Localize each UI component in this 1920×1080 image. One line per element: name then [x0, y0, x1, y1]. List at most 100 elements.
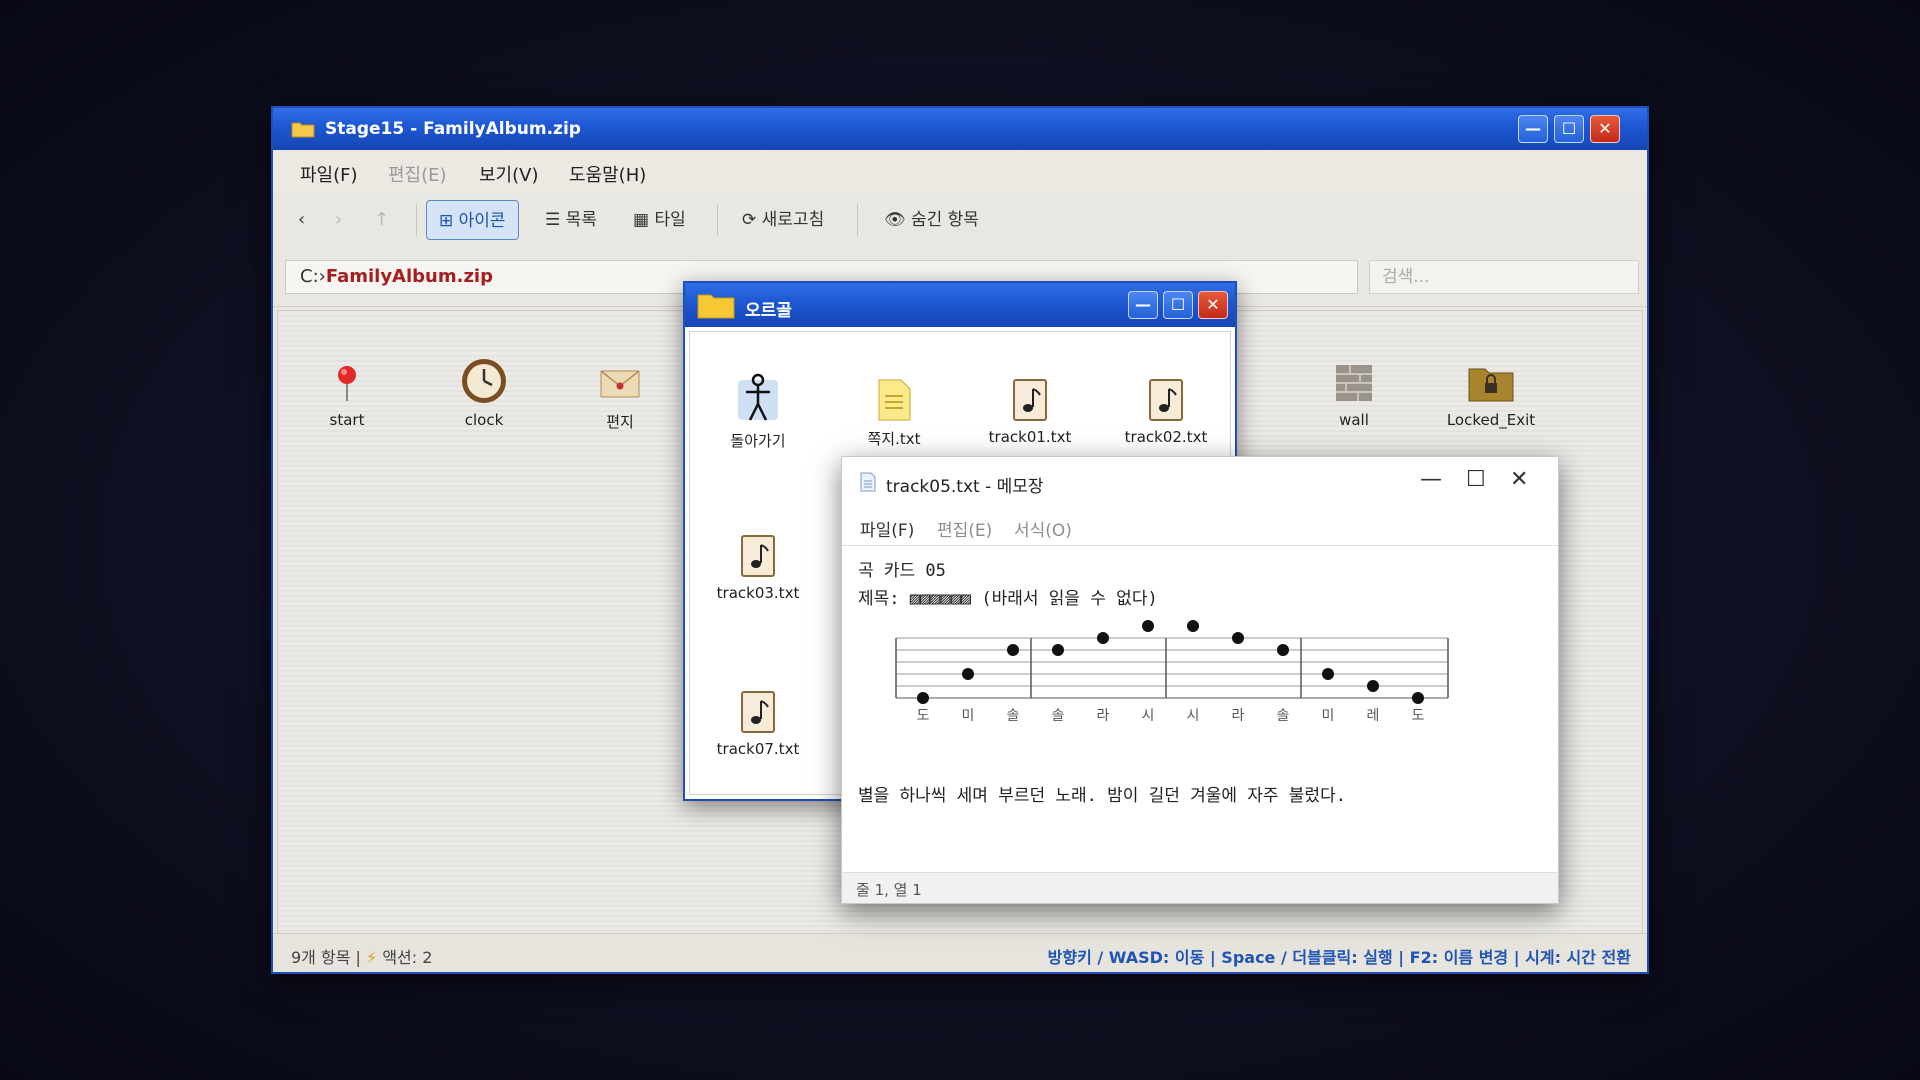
file-item-track01[interactable]: track01.txt	[980, 378, 1080, 446]
text-line: 별을 하나씩 세며 부르던 노래. 밤이 길던 겨울에 자주 불렀다.	[858, 786, 1346, 806]
icon-view-button[interactable]: ⊞ 아이콘	[426, 200, 519, 240]
notepad-menu-format[interactable]: 서식(O)	[1014, 516, 1072, 541]
cursor-position: 줄 1, 열 1	[856, 881, 922, 899]
music-file-icon	[1149, 379, 1183, 421]
up-button[interactable]: ↑	[374, 200, 389, 240]
file-item-go-back[interactable]: 돌아가기	[708, 372, 808, 451]
back-button[interactable]: ‹	[298, 200, 305, 240]
note-label: 도	[917, 708, 930, 724]
close-button[interactable]: ✕	[1510, 467, 1528, 492]
menu-file[interactable]: 파일(F)	[300, 161, 358, 187]
note-dot	[1052, 644, 1064, 656]
forward-button[interactable]: ›	[335, 200, 342, 240]
close-button[interactable]: ✕	[1590, 115, 1620, 143]
text-line: 제목: ▨▨▨▨▨▨ (바래서 읽을 수 없다)	[858, 589, 1158, 609]
wall-icon	[1336, 365, 1372, 401]
file-item-start[interactable]: start	[297, 361, 397, 429]
minimize-button[interactable]: —	[1128, 291, 1158, 319]
folder-icon	[697, 291, 735, 324]
note-dot	[1322, 668, 1334, 680]
music-file-icon	[741, 535, 775, 577]
note-dot	[1007, 644, 1019, 656]
explorer-titlebar[interactable]: Stage15 - FamilyAlbum.zip — ☐ ✕	[273, 108, 1647, 150]
file-item-clock[interactable]: clock	[434, 357, 534, 429]
file-label: clock	[464, 411, 504, 429]
tile-view-button[interactable]: ▦ 타일	[633, 200, 686, 240]
window-title: Stage15 - FamilyAlbum.zip	[325, 119, 581, 139]
minimize-button[interactable]: —	[1518, 115, 1548, 143]
menu-view[interactable]: 보기(V)	[479, 161, 538, 187]
refresh-button[interactable]: ⟳ 새로고침	[742, 200, 824, 240]
file-label: track03.txt	[716, 584, 800, 602]
menubar: 파일(F) 편집(E) 보기(V) 도움말(H)	[273, 150, 1647, 191]
note-dot	[1142, 620, 1154, 632]
note-dot	[917, 692, 929, 704]
minimize-button[interactable]: —	[1420, 467, 1442, 492]
file-item-locked-exit[interactable]: Locked_Exit	[1441, 361, 1541, 429]
folder-titlebar[interactable]: 오르골 — ☐ ✕	[685, 283, 1235, 327]
lightning-icon: ⚡	[366, 948, 378, 967]
menu-edit[interactable]: 편집(E)	[388, 161, 447, 187]
file-label: wall	[1339, 411, 1369, 429]
file-item-note[interactable]: 쪽지.txt	[844, 378, 944, 449]
notepad-file-icon	[860, 472, 876, 497]
list-view-button[interactable]: ☰ 목록	[545, 200, 597, 240]
file-item-track02[interactable]: track02.txt	[1116, 378, 1216, 446]
hidden-items-button[interactable]: 👁 숨긴 항목	[884, 200, 979, 240]
folder-icon	[291, 120, 315, 143]
file-label: 편지	[606, 413, 634, 431]
notepad-menu-file[interactable]: 파일(F)	[860, 516, 914, 541]
text-line: 곡 카드 05	[858, 561, 946, 581]
note-dot	[1187, 620, 1199, 632]
file-item-track03[interactable]: track03.txt	[708, 534, 808, 602]
file-label: 돌아가기	[730, 432, 786, 450]
file-label: Locked_Exit	[1446, 411, 1536, 429]
maximize-button[interactable]: ☐	[1554, 115, 1584, 143]
file-item-wall[interactable]: wall	[1304, 361, 1404, 429]
note-label: 미	[1322, 708, 1335, 724]
note-dot	[1412, 692, 1424, 704]
status-left: 9개 항목 | ⚡ 액션: 2	[291, 944, 432, 968]
music-file-icon	[1013, 379, 1047, 421]
notepad-title: track05.txt - 메모장	[886, 477, 1044, 497]
notepad-text-area[interactable]: 곡 카드 05 제목: ▨▨▨▨▨▨ (바래서 읽을 수 없다) 도 미 솔 솔 라 시 시…	[842, 546, 1558, 873]
note-dot	[1367, 680, 1379, 692]
note-label: 라	[1097, 708, 1110, 724]
note-label: 레	[1367, 708, 1380, 724]
note-label: 미	[962, 708, 975, 724]
close-button[interactable]: ✕	[1198, 291, 1228, 319]
file-item-letter[interactable]: 편지	[570, 361, 670, 432]
note-dot	[1232, 632, 1244, 644]
music-staff: 도미솔솔라시시라솔미레도	[895, 620, 1449, 724]
maximize-button[interactable]: ☐	[1163, 291, 1193, 319]
note-dot	[1097, 632, 1109, 644]
file-label: track07.txt	[716, 740, 800, 758]
pin-icon	[338, 366, 356, 401]
action-count: 액션: 2	[382, 948, 433, 967]
note-label: 시	[1187, 708, 1200, 724]
letter-icon	[600, 370, 640, 398]
file-label: 쪽지.txt	[867, 430, 921, 448]
notepad-menubar: 파일(F) 편집(E) 서식(O)	[842, 507, 1558, 546]
folder-title: 오르골	[745, 301, 792, 321]
file-item-track07[interactable]: track07.txt	[708, 690, 808, 758]
note-file-icon	[878, 379, 911, 421]
back-figure-icon	[738, 373, 778, 421]
note-label: 라	[1232, 708, 1245, 724]
menu-help[interactable]: 도움말(H)	[569, 161, 646, 187]
maximize-button[interactable]: ☐	[1466, 467, 1486, 492]
toolbar: ‹ › ↑ ⊞ 아이콘 ☰ 목록 ▦ 타일 ⟳ 새로고침 👁 숨긴 항목	[273, 190, 1647, 251]
file-label: track02.txt	[1124, 428, 1208, 446]
toolbar-separator	[717, 204, 718, 236]
music-file-icon	[741, 691, 775, 733]
search-input[interactable]: 검색...	[1369, 260, 1639, 294]
address-prefix: C:›	[300, 266, 326, 287]
note-label: 솔	[1052, 708, 1065, 724]
notepad-menu-edit[interactable]: 편집(E)	[937, 516, 992, 541]
toolbar-separator	[416, 204, 417, 236]
keyboard-hints: 방향키 / WASD: 이동 | Space / 더블클릭: 실행 | F2: …	[1047, 948, 1631, 967]
file-label: track01.txt	[988, 428, 1072, 446]
notepad-titlebar[interactable]: track05.txt - 메모장 — ☐ ✕	[842, 457, 1558, 507]
note-dot	[1277, 644, 1289, 656]
address-path: FamilyAlbum.zip	[325, 266, 493, 287]
